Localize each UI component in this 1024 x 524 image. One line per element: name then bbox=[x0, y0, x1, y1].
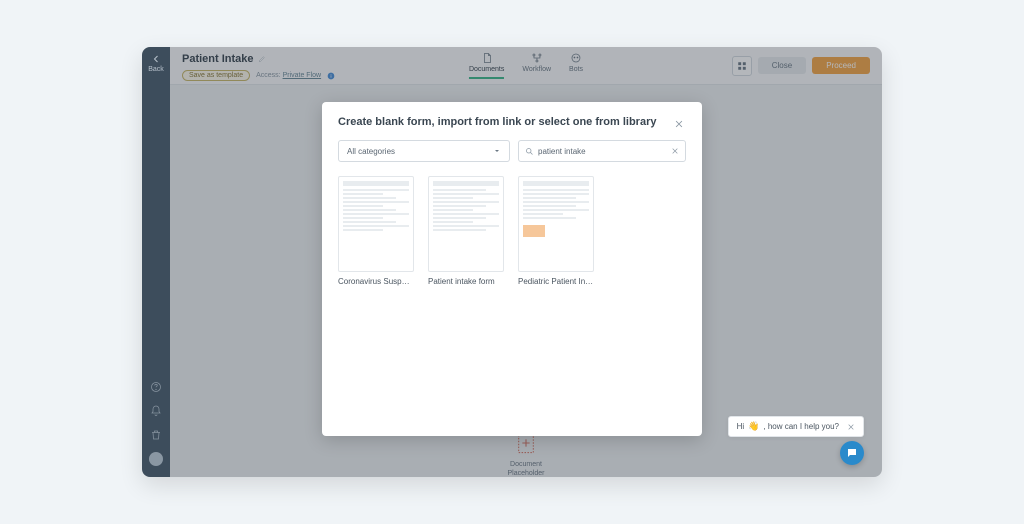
search-icon bbox=[525, 147, 534, 156]
bell-icon[interactable] bbox=[149, 404, 163, 418]
search-input[interactable] bbox=[538, 147, 667, 156]
results-grid: Coronavirus Suspec… Patient intake form … bbox=[338, 176, 686, 286]
template-label: Pediatric Patient Int… bbox=[518, 277, 594, 286]
clear-search-icon[interactable] bbox=[671, 147, 679, 155]
chat-icon bbox=[846, 447, 858, 459]
trash-icon[interactable] bbox=[149, 428, 163, 442]
side-rail: Back bbox=[142, 47, 170, 477]
template-card[interactable]: Coronavirus Suspec… bbox=[338, 176, 414, 286]
template-thumbnail bbox=[428, 176, 504, 272]
template-card[interactable]: Pediatric Patient Int… bbox=[518, 176, 594, 286]
modal-close-button[interactable] bbox=[674, 116, 686, 128]
close-icon[interactable] bbox=[847, 423, 855, 431]
avatar[interactable] bbox=[149, 452, 163, 466]
chat-greeting-pill[interactable]: Hi 👋 , how can I help you? bbox=[728, 416, 864, 437]
form-library-modal: Create blank form, import from link or s… bbox=[322, 102, 702, 436]
back-button[interactable]: Back bbox=[148, 53, 164, 73]
template-label: Patient intake form bbox=[428, 277, 504, 286]
close-icon bbox=[674, 119, 684, 129]
help-icon[interactable] bbox=[149, 380, 163, 394]
modal-title: Create blank form, import from link or s… bbox=[338, 116, 674, 128]
chevron-down-icon bbox=[493, 147, 501, 155]
wave-icon: 👋 bbox=[748, 421, 759, 432]
template-thumbnail bbox=[338, 176, 414, 272]
back-label: Back bbox=[148, 66, 164, 73]
app-frame: Back Patient Intake Save as template Acc… bbox=[142, 47, 882, 477]
category-select[interactable]: All categories bbox=[338, 140, 510, 162]
chat-fab[interactable] bbox=[840, 441, 864, 465]
search-box bbox=[518, 140, 686, 162]
template-label: Coronavirus Suspec… bbox=[338, 277, 414, 286]
template-thumbnail bbox=[518, 176, 594, 272]
chevron-left-icon bbox=[150, 53, 162, 65]
template-card[interactable]: Patient intake form bbox=[428, 176, 504, 286]
